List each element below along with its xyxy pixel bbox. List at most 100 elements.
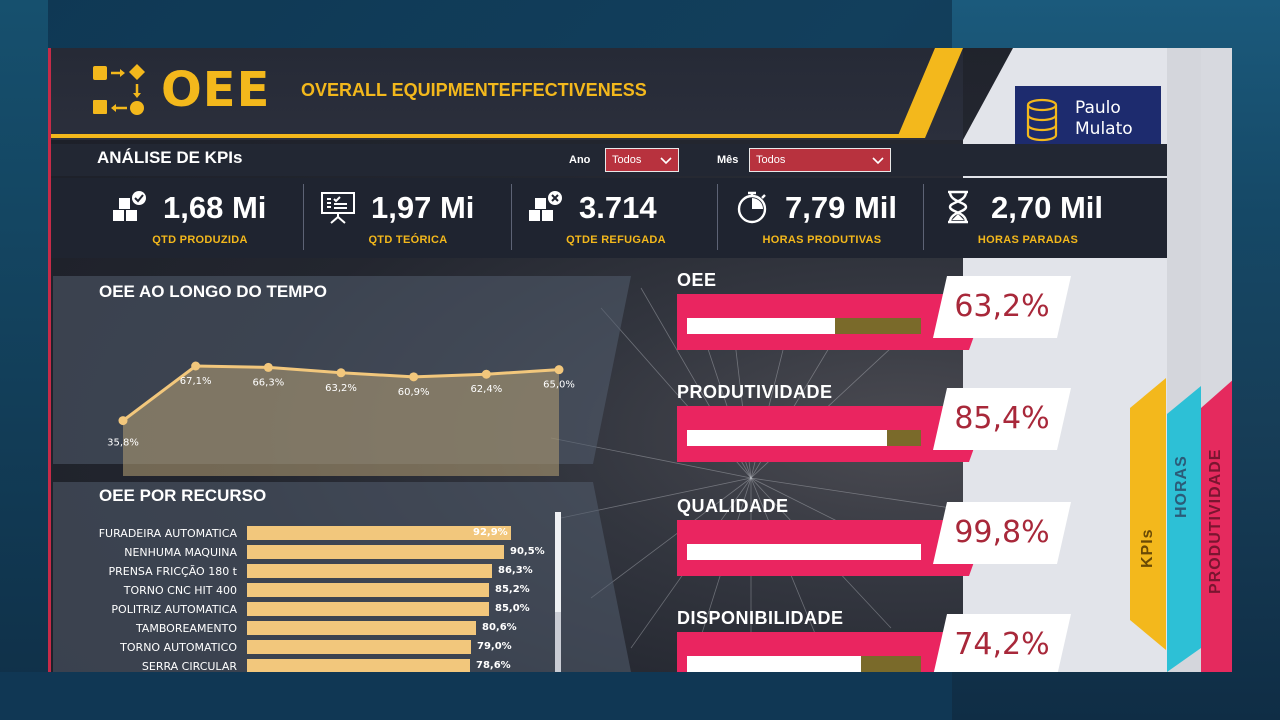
- data-point[interactable]: [409, 372, 419, 382]
- metric-title: DISPONIBILIDADE: [677, 608, 844, 628]
- data-point[interactable]: [263, 362, 273, 372]
- kpi-label: QTDE REFUGADA: [566, 234, 666, 246]
- tab-kpis[interactable]: KPIs: [1130, 378, 1166, 650]
- data-label: 66,3%: [252, 377, 284, 388]
- bar-value-label: 86,3%: [498, 565, 533, 576]
- bar[interactable]: [247, 545, 504, 559]
- oee-dashboard: OEE OVERALL EQUIPMENTEFFECTIVENESS Paulo…: [48, 48, 1232, 672]
- bar-row[interactable]: NENHUMA MAQUINA 90,5%: [51, 545, 611, 561]
- metric-value-box: 74,2%: [933, 614, 1071, 672]
- metric-progress-bar: [687, 544, 921, 560]
- bar[interactable]: [247, 659, 470, 672]
- data-point[interactable]: [336, 368, 346, 378]
- background-left: [0, 0, 48, 720]
- metric-progress-track: [687, 544, 921, 560]
- bar-row[interactable]: PRENSA FRICÇÃO 180 t 86,3%: [51, 564, 611, 580]
- kpi-divider: [511, 184, 512, 250]
- year-filter-value: Todos: [612, 154, 642, 166]
- metric-value: 85,4%: [954, 401, 1050, 436]
- data-point[interactable]: [191, 361, 201, 371]
- kpi-label: HORAS PRODUTIVAS: [762, 234, 882, 246]
- tab-horas-color: [1167, 386, 1201, 672]
- data-label: 65,0%: [543, 380, 575, 391]
- month-filter-select[interactable]: Todos: [749, 148, 891, 172]
- app-subtitle: OVERALL EQUIPMENTEFFECTIVENESS: [301, 80, 647, 100]
- bar-value-label: 85,2%: [495, 584, 530, 595]
- bar[interactable]: [247, 640, 471, 654]
- bar-track: 79,0%: [247, 640, 512, 654]
- bar-row[interactable]: FURADEIRA AUTOMATICA 92,9%: [51, 526, 611, 542]
- bar-chart-title: OEE POR RECURSO: [99, 486, 267, 505]
- bar-chart-scrollbar[interactable]: [555, 512, 561, 672]
- bar-row[interactable]: POLITRIZ AUTOMATICA 85,0%: [51, 602, 611, 618]
- bar[interactable]: [247, 564, 492, 578]
- month-filter-label: Mês: [717, 154, 739, 166]
- bar-row[interactable]: TORNO CNC HIT 400 85,2%: [51, 583, 611, 599]
- kpi-qtde-refugada: 3.714 QTDE REFUGADA: [513, 178, 719, 258]
- bar-track: 85,2%: [247, 583, 530, 597]
- bar-track: 92,9%: [247, 526, 511, 540]
- bar-row[interactable]: TAMBOREAMENTO 80,6%: [51, 621, 611, 637]
- bar-category-label: TAMBOREAMENTO: [135, 622, 237, 635]
- bar[interactable]: [247, 583, 489, 597]
- bar-track: 90,5%: [247, 545, 545, 559]
- oee-over-time-chart[interactable]: 35,8%janeiro67,1%fevereiro66,3%março63,2…: [51, 276, 651, 476]
- metric-card: OEE 63,2%: [677, 270, 1077, 380]
- scrollbar-thumb[interactable]: [555, 512, 561, 612]
- year-filter-select[interactable]: Todos: [605, 148, 679, 172]
- boxes-x-icon: [529, 191, 562, 221]
- data-label: 60,9%: [398, 387, 430, 398]
- kpi-value: 7,79 Mil: [785, 190, 897, 225]
- bar[interactable]: [247, 526, 511, 540]
- data-point[interactable]: [481, 369, 491, 379]
- bar-category-label: PRENSA FRICÇÃO 180 t: [108, 565, 237, 578]
- metric-title: PRODUTIVIDADE: [677, 382, 833, 402]
- presentation-board-icon: [321, 192, 355, 224]
- background-bottom: [0, 672, 952, 720]
- metric-value-box: 99,8%: [933, 502, 1071, 564]
- tab-produtividade[interactable]: PRODUTIVIDADE: [1201, 48, 1232, 672]
- kpi-qtd-teorica: 1,97 Mi QTD TEÓRICA: [305, 178, 511, 258]
- bar-row[interactable]: SERRA CIRCULAR 78,6%: [51, 659, 611, 672]
- kpi-label: HORAS PARADAS: [977, 234, 1079, 246]
- bar-category-label: SERRA CIRCULAR: [141, 660, 237, 672]
- metric-progress-track: [687, 318, 921, 334]
- bar-value-label: 90,5%: [510, 546, 545, 557]
- data-point[interactable]: [554, 365, 564, 375]
- kpi-label: QTD TEÓRICA: [368, 234, 448, 246]
- data-label: 63,2%: [325, 383, 357, 394]
- kpi-value: 1,68 Mi: [163, 190, 267, 225]
- bar-track: 78,6%: [247, 659, 511, 672]
- metric-title: QUALIDADE: [677, 496, 789, 516]
- bar-value-label: 92,9%: [473, 527, 508, 538]
- brand-name-first: Paulo: [1075, 98, 1121, 118]
- year-filter-label: Ano: [569, 154, 591, 166]
- kpi-divider: [717, 184, 718, 250]
- data-point[interactable]: [118, 416, 128, 426]
- bar-category-label: TORNO CNC HIT 400: [123, 584, 237, 597]
- tab-horas-label: HORAS: [1173, 455, 1190, 518]
- metric-value: 74,2%: [954, 627, 1050, 662]
- kpi-qtd-produzida: 1,68 Mi QTD PRODUZIDA: [97, 178, 303, 258]
- tab-produtividade-label: PRODUTIVIDADE: [1207, 448, 1224, 594]
- metric-card: QUALIDADE 99,8%: [677, 496, 1077, 606]
- tab-kpis-label: KPIs: [1139, 528, 1156, 568]
- metric-value-box: 63,2%: [933, 276, 1071, 338]
- metric-value-box: 85,4%: [933, 388, 1071, 450]
- app-title: OEE: [161, 62, 271, 118]
- kpi-divider: [303, 184, 304, 250]
- bar-category-label: TORNO AUTOMATICO: [120, 641, 237, 654]
- kpi-value: 2,70 Mil: [991, 190, 1103, 225]
- metric-progress-track: [687, 656, 921, 672]
- month-filter-value: Todos: [756, 154, 786, 166]
- bar[interactable]: [247, 602, 489, 616]
- bar[interactable]: [247, 621, 476, 635]
- bar-row[interactable]: TORNO AUTOMATICO 79,0%: [51, 640, 611, 656]
- metric-progress-bar: [687, 656, 861, 672]
- kpi-value: 1,97 Mi: [371, 190, 475, 225]
- tab-horas[interactable]: HORAS: [1167, 48, 1201, 672]
- bar-value-label: 80,6%: [482, 622, 517, 633]
- metric-title: OEE: [677, 270, 717, 290]
- metric-card: PRODUTIVIDADE 85,4%: [677, 382, 1077, 492]
- bar-value-label: 85,0%: [495, 603, 530, 614]
